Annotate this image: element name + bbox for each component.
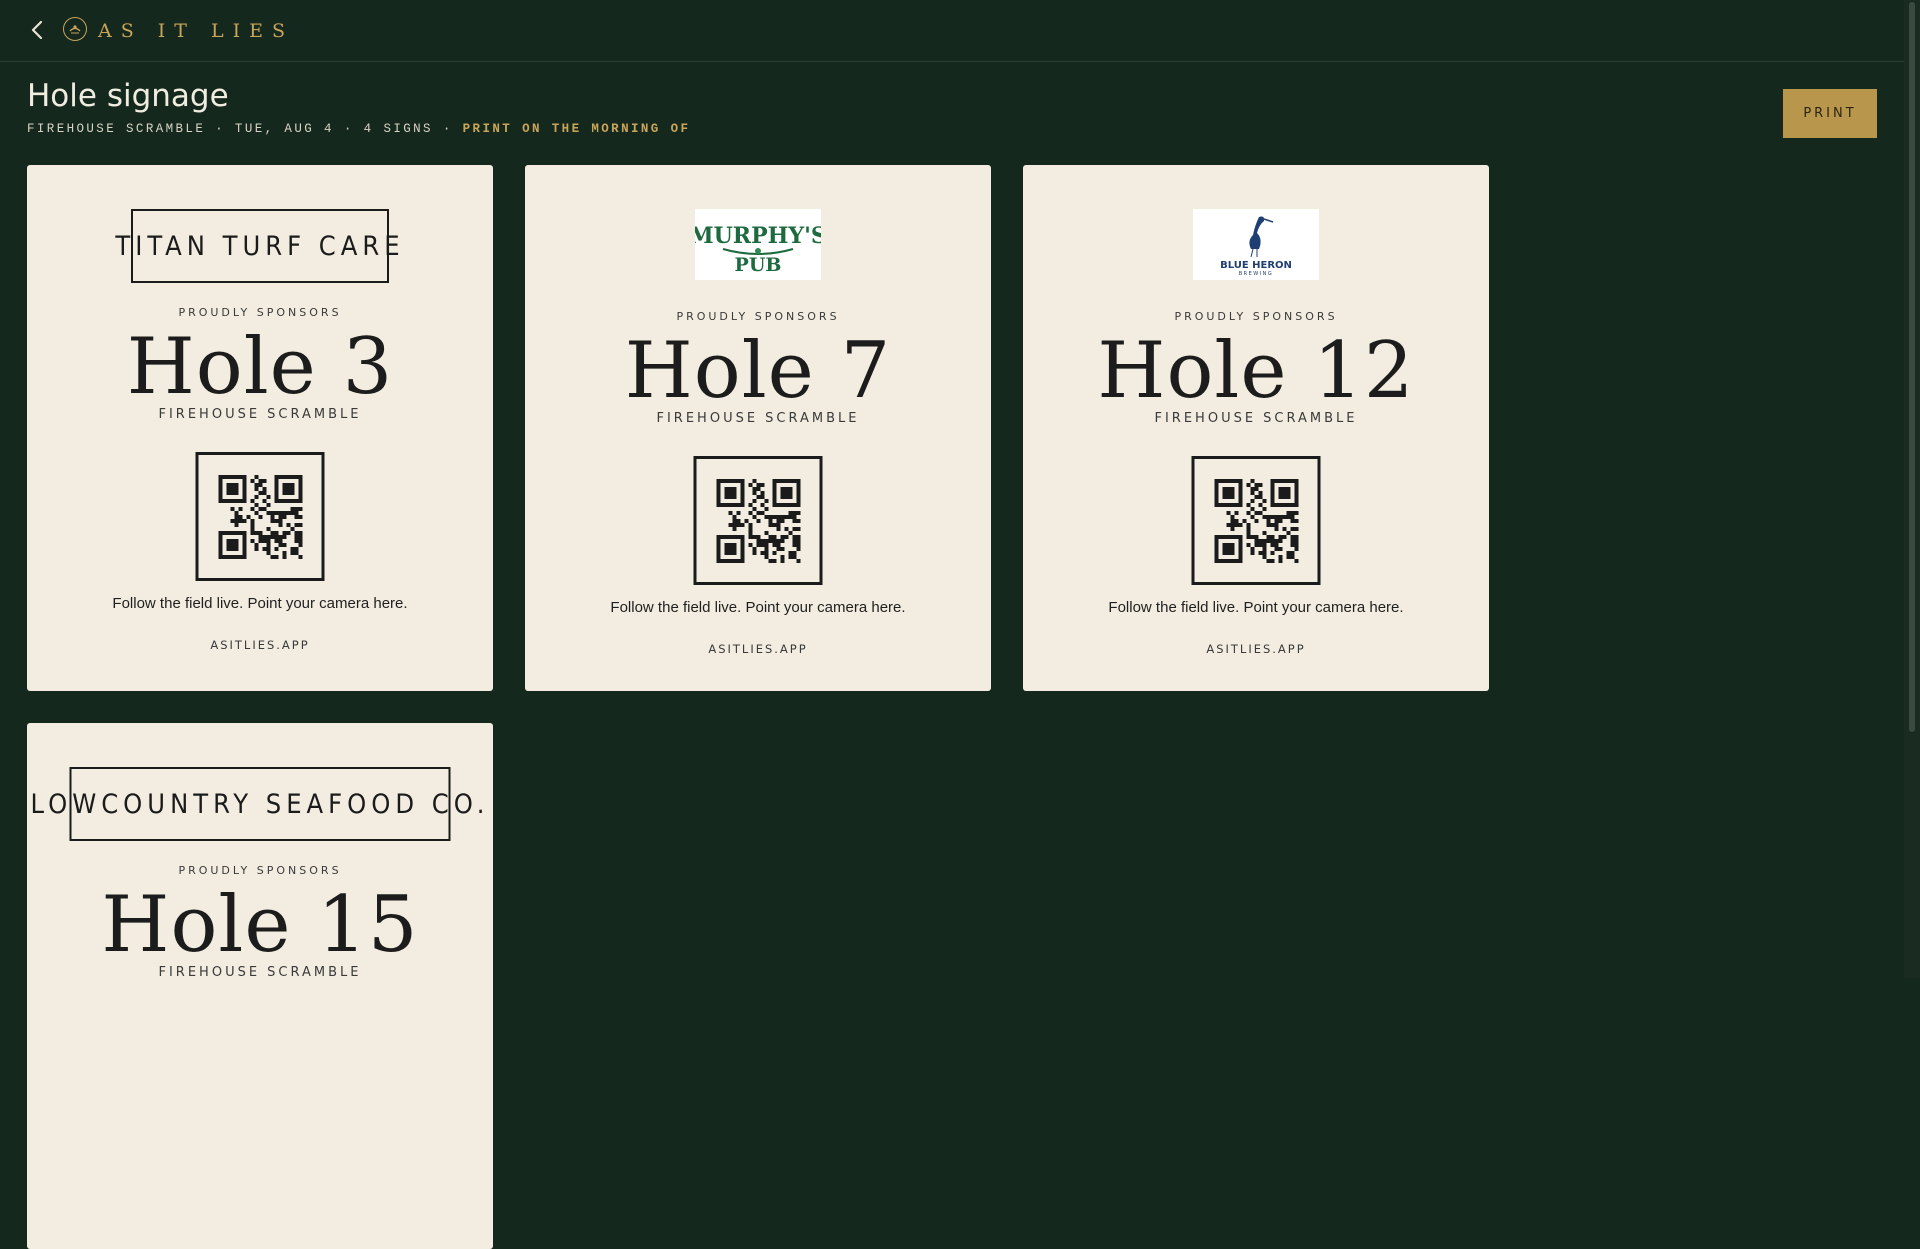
subtitle-meta: FIREHOUSE SCRAMBLE · TUE, AUG 4 · 4 SIGN… [27,122,463,136]
event-name: FIREHOUSE SCRAMBLE [1154,411,1358,426]
print-button[interactable]: PRINT [1783,89,1877,138]
seal-logo-icon [63,17,87,41]
svg-text:PUB: PUB [735,254,782,276]
qr-code [1191,456,1321,585]
hole-number: Hole 12 [1097,326,1415,416]
domain-label: ASITLIES.APP [1206,642,1306,656]
hole-number: Hole 7 [624,326,892,416]
page-subtitle: FIREHOUSE SCRAMBLE · TUE, AUG 4 · 4 SIGN… [27,121,690,137]
svg-text:BLUE HERON: BLUE HERON [1220,260,1292,271]
sign-card: MURPHY'S PUB PROUDLY SPONSORS Hole 7 FIR… [525,165,991,691]
hole-number: Hole 3 [126,322,394,412]
hole-number: Hole 15 [101,880,419,970]
scrollbar[interactable] [1904,0,1920,978]
follow-caption: Follow the field live. Point your camera… [112,595,408,612]
proudly-sponsors-label: PROUDLY SPONSORS [178,864,342,877]
sign-card: BLUE HERON BREWING PROUDLY SPONSORS Hole… [1023,165,1489,691]
subtitle-print-note: PRINT ON THE MORNING OF [462,122,691,136]
top-bar: AS IT LIES [0,0,1904,62]
sponsor-name-box: TITAN TURF CARE [115,209,400,283]
event-name: FIREHOUSE SCRAMBLE [158,407,362,422]
scrollbar-thumb[interactable] [1909,2,1915,732]
follow-caption: Follow the field live. Point your camera… [1108,599,1404,616]
qr-code [693,456,823,585]
page-title: Hole signage [27,78,229,114]
chevron-left-icon[interactable] [26,18,48,42]
domain-label: ASITLIES.APP [210,638,310,652]
qr-code [195,452,325,581]
sign-card: LOWCOUNTRY SEAFOOD CO. PROUDLY SPONSORS … [27,723,493,1249]
sign-card: TITAN TURF CARE PROUDLY SPONSORS Hole 3 … [27,165,493,691]
sponsor-name-box: LOWCOUNTRY SEAFOOD CO. [31,767,485,841]
proudly-sponsors-label: PROUDLY SPONSORS [1174,310,1338,323]
proudly-sponsors-label: PROUDLY SPONSORS [178,306,342,319]
blue-heron-logo: BLUE HERON BREWING [1193,209,1319,280]
svg-text:BREWING: BREWING [1239,271,1274,277]
follow-caption: Follow the field live. Point your camera… [610,599,906,616]
svg-text:MURPHY'S: MURPHY'S [695,223,821,249]
event-name: FIREHOUSE SCRAMBLE [656,411,860,426]
brand-name[interactable]: AS IT LIES [98,19,294,43]
murphys-pub-logo: MURPHY'S PUB [689,209,827,280]
domain-label: ASITLIES.APP [708,642,808,656]
proudly-sponsors-label: PROUDLY SPONSORS [676,310,840,323]
